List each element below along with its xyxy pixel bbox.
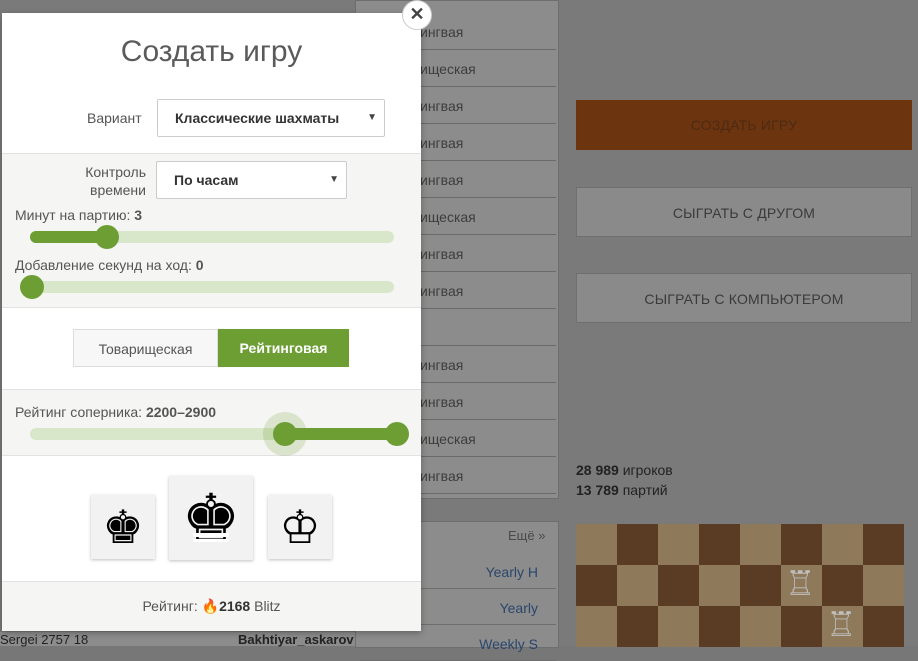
minutes-label: Минут на партию: 3 bbox=[15, 207, 142, 223]
chevron-down-icon: ▼ bbox=[329, 174, 339, 185]
create-game-dialog: Создать игру Вариант Классические шахмат… bbox=[2, 13, 421, 631]
rating-footer: Рейтинг: 🔥2168 Blitz bbox=[2, 581, 421, 631]
time-control-select[interactable]: По часам ▼ bbox=[156, 161, 347, 199]
play-black-button[interactable]: ♚ bbox=[91, 495, 155, 559]
games-label: партий bbox=[622, 482, 668, 498]
tournament-row[interactable]: Weekly S bbox=[360, 627, 556, 661]
board-square[interactable] bbox=[699, 565, 740, 606]
time-control-label: Контроль времени bbox=[85, 164, 146, 198]
board-square[interactable] bbox=[863, 565, 904, 606]
rating-slider-low-handle[interactable] bbox=[273, 422, 297, 446]
board-square[interactable] bbox=[576, 606, 617, 647]
black-king-icon: ♚ bbox=[102, 501, 144, 553]
leaderboard-name: Bakhtiyar_askarov bbox=[238, 632, 354, 647]
svg-text:♚: ♚ bbox=[181, 483, 240, 553]
board-square[interactable] bbox=[617, 524, 658, 565]
leaderboard-row-text: Sergei 2757 18 bbox=[0, 632, 89, 647]
players-label: игроков bbox=[622, 462, 673, 478]
minutes-value: 3 bbox=[134, 207, 143, 223]
minutes-slider-handle[interactable] bbox=[95, 225, 119, 249]
games-count: 13 789 bbox=[576, 482, 619, 498]
site-stats: 28 989 игроков 13 789 партий bbox=[576, 460, 673, 500]
create-game-button[interactable]: СОЗДАТЬ ИГРУ bbox=[576, 100, 912, 150]
variant-value: Классические шахматы bbox=[175, 110, 340, 126]
increment-label-text: Добавление секунд на ход: bbox=[15, 257, 196, 273]
increment-label: Добавление секунд на ход: 0 bbox=[15, 257, 204, 273]
chevron-down-icon: ▼ bbox=[367, 112, 377, 123]
board-square[interactable] bbox=[576, 565, 617, 606]
board-square[interactable] bbox=[863, 606, 904, 647]
board-square[interactable] bbox=[863, 524, 904, 565]
flame-icon: 🔥 bbox=[201, 598, 220, 614]
board-square[interactable] bbox=[781, 524, 822, 565]
variant-select[interactable]: Классические шахматы ▼ bbox=[157, 99, 385, 137]
board-square[interactable] bbox=[781, 606, 822, 647]
board-square[interactable] bbox=[658, 524, 699, 565]
board-square[interactable] bbox=[699, 524, 740, 565]
white-rook-icon: ♖ bbox=[826, 606, 857, 644]
rating-range-label: Рейтинг соперника: 2200–2900 bbox=[15, 404, 216, 420]
footer-rating-label: Рейтинг: bbox=[142, 598, 198, 614]
rating-section bbox=[2, 389, 421, 456]
board-square[interactable] bbox=[740, 606, 781, 647]
rating-range-label-text: Рейтинг соперника: bbox=[15, 404, 146, 420]
increment-slider-track[interactable] bbox=[30, 281, 394, 293]
rating-range-value: 2200–2900 bbox=[145, 404, 217, 420]
play-random-button[interactable]: ♚ bbox=[169, 476, 253, 560]
dialog-title: Создать игру bbox=[120, 35, 303, 68]
rated-toggle[interactable]: Рейтинговая bbox=[218, 329, 349, 367]
players-count: 28 989 bbox=[576, 462, 619, 478]
board-square[interactable] bbox=[617, 606, 658, 647]
board-square[interactable] bbox=[822, 565, 863, 606]
close-icon[interactable]: ✕ bbox=[402, 0, 432, 30]
play-white-button[interactable]: ♔ bbox=[268, 495, 332, 559]
footer-rating-type: Blitz bbox=[254, 598, 281, 614]
white-king-icon: ♔ bbox=[279, 501, 321, 553]
board-square[interactable] bbox=[699, 606, 740, 647]
minutes-label-text: Минут на партию: bbox=[15, 207, 135, 223]
board-square[interactable] bbox=[658, 565, 699, 606]
board-square[interactable] bbox=[740, 565, 781, 606]
rating-slider-high-handle[interactable] bbox=[385, 422, 409, 446]
board-square[interactable] bbox=[740, 524, 781, 565]
tv-chessboard[interactable]: ♖ ♖ bbox=[576, 524, 912, 647]
increment-slider-handle[interactable] bbox=[20, 275, 44, 299]
time-control-value: По часам bbox=[174, 172, 239, 188]
play-friend-button[interactable]: СЫГРАТЬ С ДРУГОМ bbox=[576, 187, 912, 237]
increment-value: 0 bbox=[195, 257, 204, 273]
board-square[interactable] bbox=[617, 565, 658, 606]
variant-label: Вариант bbox=[87, 110, 142, 126]
casual-toggle[interactable]: Товарищеская bbox=[73, 329, 218, 367]
board-square[interactable] bbox=[576, 524, 617, 565]
board-square[interactable] bbox=[658, 606, 699, 647]
random-king-icon: ♚ bbox=[181, 483, 240, 553]
play-computer-button[interactable]: СЫГРАТЬ С КОМПЬЮТЕРОМ bbox=[576, 273, 912, 323]
footer-rating-value: 2168 bbox=[219, 598, 251, 614]
white-rook-icon: ♖ bbox=[785, 565, 816, 603]
board-square[interactable] bbox=[822, 524, 863, 565]
more-link[interactable]: Ещё » bbox=[508, 528, 545, 543]
